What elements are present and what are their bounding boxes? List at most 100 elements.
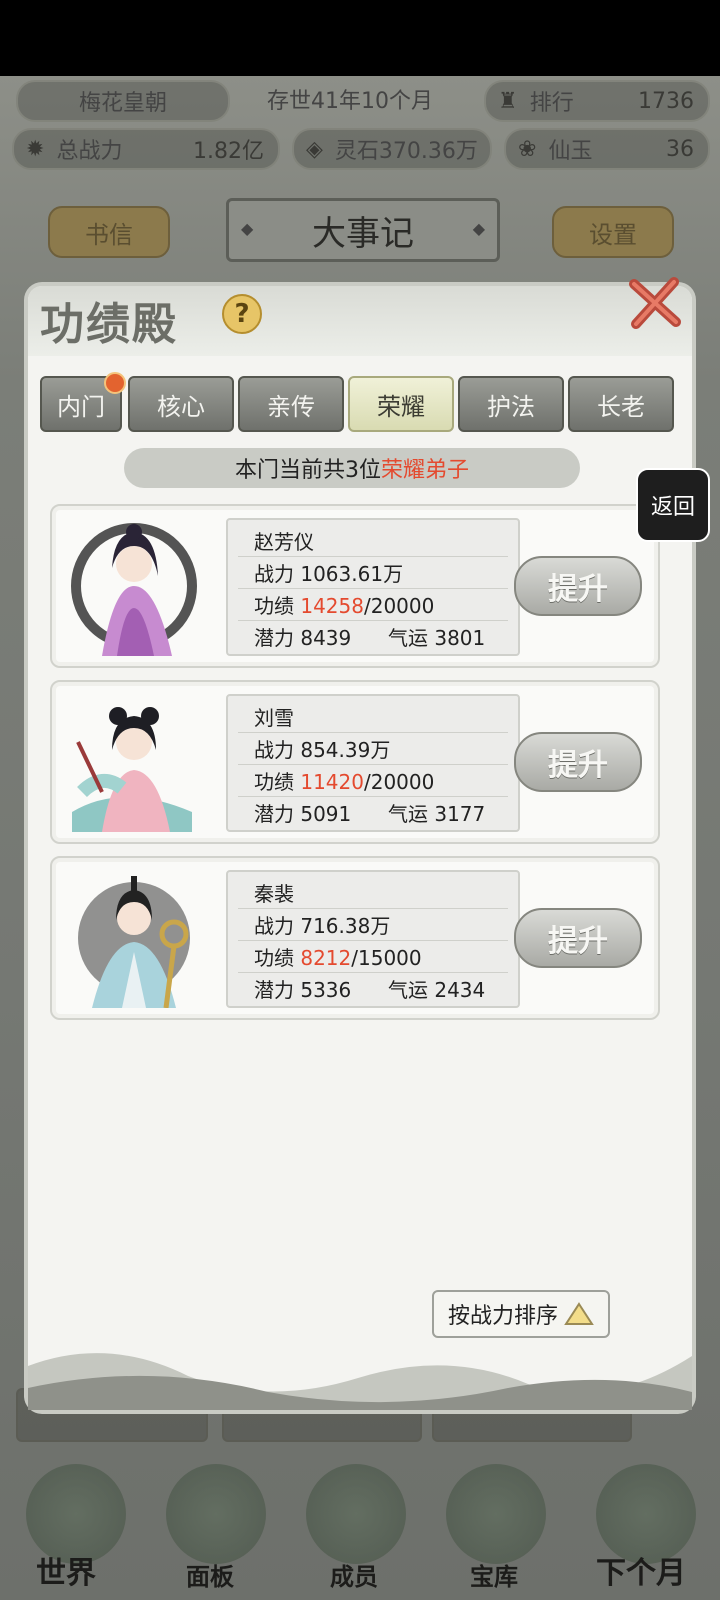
letters-button[interactable]: 书信 <box>48 206 170 258</box>
power-label: 战力 <box>254 914 294 938</box>
total-power-value: 1.82亿 <box>193 139 264 164</box>
tab-inner[interactable]: 内门 <box>40 372 126 432</box>
luck-value: 3801 <box>434 626 486 650</box>
merit-stat: 功绩 11420/20000 <box>254 766 434 795</box>
disciple-card: 秦裴 战力 716.38万 功绩 8212/15000 潜力 5336 气运 2… <box>50 856 660 1020</box>
potential-value: 5336 <box>300 978 352 1002</box>
banner-text: 本门当前共3位 <box>234 458 381 483</box>
promote-button[interactable]: 提升 <box>514 908 642 968</box>
power-label: 战力 <box>254 738 294 762</box>
tab-elder[interactable]: 长老 <box>568 376 674 432</box>
close-icon[interactable] <box>626 274 684 332</box>
disciple-info: 赵芳仪 战力 1063.61万 功绩 14258/20000 潜力 8439 气… <box>226 518 520 656</box>
jade-label: 仙玉 <box>548 139 593 164</box>
merit-label: 功绩 <box>254 946 294 970</box>
lotus-icon: ❀ <box>518 136 537 162</box>
disciple-info: 刘雪 战力 854.39万 功绩 11420/20000 潜力 5091 气运 … <box>226 694 520 832</box>
back-button[interactable]: 返回 <box>636 468 710 542</box>
merit-stat: 功绩 14258/20000 <box>254 590 434 619</box>
tab-guardian[interactable]: 护法 <box>458 376 564 432</box>
total-power-pill: ✹ 总战力 1.82亿 <box>12 128 280 170</box>
status-bar <box>0 0 720 76</box>
triangle-up-icon <box>564 1302 594 1325</box>
merit-label: 功绩 <box>254 594 294 618</box>
settings-button[interactable]: 设置 <box>552 206 674 258</box>
spirit-stone-value: 灵石370.36万 <box>334 139 478 164</box>
luck-value: 2434 <box>434 978 486 1002</box>
members-icon <box>306 1464 406 1564</box>
rank-pill[interactable]: ♜ 排行 1736 <box>484 80 710 122</box>
nav-panel[interactable]: 面板 <box>186 1557 234 1592</box>
dialog-header: 功绩殿 ? <box>28 277 692 356</box>
power-stat: 战力 1063.61万 <box>254 558 403 587</box>
top-info-row: 梅花皇朝 存世41年10个月 ♜ 排行 1736 <box>0 80 720 126</box>
spirit-stone-icon: ◈ <box>306 136 323 162</box>
potential-label: 潜力 <box>254 978 294 1002</box>
panel-icon <box>166 1464 266 1564</box>
nav-world[interactable]: 世界 <box>36 1548 96 1592</box>
disciple-name: 赵芳仪 <box>254 530 314 554</box>
rank-value: 1736 <box>638 88 694 114</box>
rank-tabs: 内门 核心 亲传 荣耀 护法 长老 <box>40 372 680 432</box>
disciple-card: 赵芳仪 战力 1063.61万 功绩 14258/20000 潜力 8439 气… <box>50 504 660 668</box>
nav-treasury[interactable]: 宝库 <box>470 1557 518 1592</box>
merit-current: 11420 <box>300 770 364 794</box>
disciple-portrait <box>72 707 192 832</box>
luck-label: 气运 <box>388 802 428 826</box>
rank-label: 排行 <box>529 91 574 116</box>
potential-value: 8439 <box>300 626 352 650</box>
page-title: 大事记 <box>226 198 500 262</box>
potential-stat: 潜力 8439 <box>254 622 351 651</box>
luck-label: 气运 <box>388 626 428 650</box>
notification-badge <box>104 372 126 394</box>
luck-stat: 气运 3801 <box>388 622 485 651</box>
luck-value: 3177 <box>434 802 486 826</box>
disciple-name: 秦裴 <box>254 882 294 906</box>
nav-next-month[interactable]: 下个月 <box>596 1548 686 1592</box>
power-value: 854.39万 <box>300 738 391 762</box>
power-value: 716.38万 <box>300 914 391 938</box>
merit-total: /20000 <box>363 594 435 618</box>
dialog-title: 功绩殿 <box>40 299 178 350</box>
disciple-portrait <box>78 876 190 1008</box>
tab-glory[interactable]: 荣耀 <box>348 376 454 432</box>
power-label: 战力 <box>254 562 294 586</box>
nav-members[interactable]: 成员 <box>330 1557 378 1592</box>
disciple-count-banner: 本门当前共3位 荣耀弟子 <box>124 448 580 488</box>
tab-core-label: 核心 <box>157 392 205 421</box>
merit-total: /15000 <box>351 946 422 970</box>
tab-direct-label: 亲传 <box>267 392 315 421</box>
sort-by-power-button[interactable]: 按战力排序 <box>432 1290 610 1338</box>
resource-row: ✹ 总战力 1.82亿 ◈ 灵石370.36万 ❀ 仙玉 36 <box>0 128 720 174</box>
total-power-label: 总战力 <box>56 139 123 164</box>
spirit-stone-pill: ◈ 灵石370.36万 <box>292 128 492 170</box>
merit-current: 14258 <box>300 594 364 618</box>
help-icon[interactable]: ? <box>222 294 262 334</box>
jade-pill: ❀ 仙玉 36 <box>504 128 710 170</box>
disciple-card: 刘雪 战力 854.39万 功绩 11420/20000 潜力 5091 气运 … <box>50 680 660 844</box>
promote-button[interactable]: 提升 <box>514 556 642 616</box>
merit-total: /20000 <box>363 770 435 794</box>
bottom-nav: 世界 面板 成员 宝库 下个月 <box>0 1460 720 1600</box>
merit-hall-dialog: 功绩殿 ? 内门 核心 亲传 荣耀 护法 长老 本门当前共3位 荣耀弟子 赵芳仪… <box>28 277 692 1410</box>
promote-button[interactable]: 提升 <box>514 732 642 792</box>
tab-core[interactable]: 核心 <box>128 376 234 432</box>
banner-highlight: 荣耀弟子 <box>380 458 469 483</box>
cloud-decoration <box>28 1353 692 1410</box>
disciple-name: 刘雪 <box>254 706 294 730</box>
jade-value: 36 <box>666 136 694 162</box>
tab-direct[interactable]: 亲传 <box>238 376 344 432</box>
merit-current: 8212 <box>300 946 352 970</box>
potential-value: 5091 <box>300 802 352 826</box>
trophy-icon: ♜ <box>498 88 518 114</box>
sect-name-pill: 梅花皇朝 <box>16 80 230 122</box>
sect-age-text: 存世41年10个月 <box>267 89 433 114</box>
potential-stat: 潜力 5336 <box>254 974 351 1003</box>
disciple-info: 秦裴 战力 716.38万 功绩 8212/15000 潜力 5336 气运 2… <box>226 870 520 1008</box>
potential-label: 潜力 <box>254 626 294 650</box>
potential-label: 潜力 <box>254 802 294 826</box>
power-value: 1063.61万 <box>300 562 404 586</box>
sort-button-label: 按战力排序 <box>447 1304 558 1329</box>
treasury-icon <box>446 1464 546 1564</box>
luck-label: 气运 <box>388 978 428 1002</box>
